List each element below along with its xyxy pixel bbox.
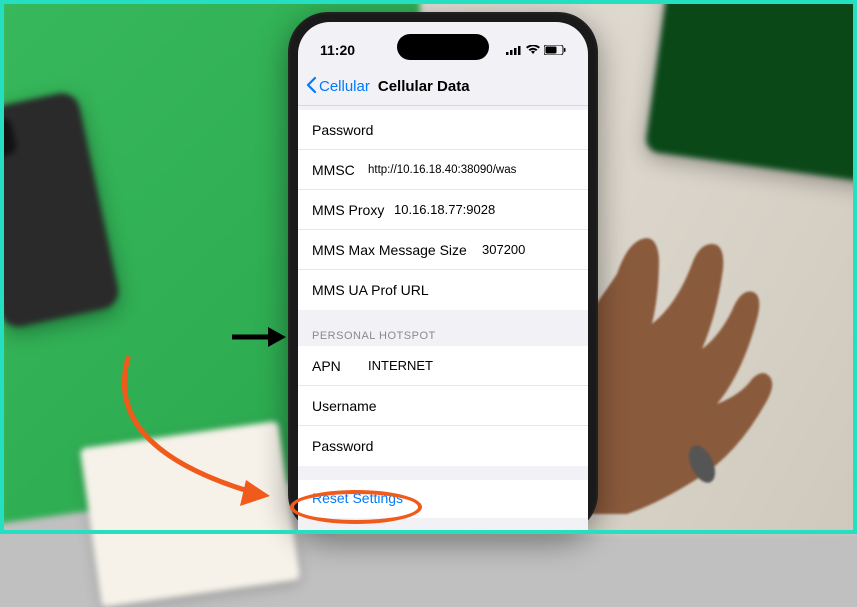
wifi-icon bbox=[526, 45, 540, 55]
nav-bar: Cellular Cellular Data bbox=[298, 68, 588, 106]
value-hotspot-apn: INTERNET bbox=[368, 358, 574, 373]
section-header-hotspot: PERSONAL HOTSPOT bbox=[298, 324, 588, 346]
label-mms-maxsize: MMS Max Message Size bbox=[312, 242, 482, 258]
row-mms-uaprof[interactable]: MMS UA Prof URL bbox=[298, 270, 588, 310]
iphone-device: 11:20 Cellular Cellular Data bbox=[288, 12, 598, 534]
row-mms-proxy[interactable]: MMS Proxy 10.16.18.77:9028 bbox=[298, 190, 588, 230]
value-mms-proxy: 10.16.18.77:9028 bbox=[394, 202, 574, 217]
row-hotspot-apn[interactable]: APN INTERNET bbox=[298, 346, 588, 386]
label-hotspot-username: Username bbox=[312, 398, 416, 414]
screen: 11:20 Cellular Cellular Data bbox=[298, 22, 588, 534]
label-hotspot-apn: APN bbox=[312, 358, 368, 374]
signal-icon bbox=[506, 45, 522, 55]
value-mmsc: http://10.16.18.40:38090/was bbox=[368, 164, 574, 176]
label-mms-uaprof: MMS UA Prof URL bbox=[312, 282, 462, 298]
row-mms-maxsize[interactable]: MMS Max Message Size 307200 bbox=[298, 230, 588, 270]
row-password[interactable]: Password bbox=[298, 110, 588, 150]
label-hotspot-password: Password bbox=[312, 438, 416, 454]
status-time: 11:20 bbox=[320, 42, 355, 58]
back-label: Cellular bbox=[319, 78, 370, 95]
back-button[interactable]: Cellular bbox=[306, 77, 370, 97]
row-mmsc[interactable]: MMSC http://10.16.18.40:38090/was bbox=[298, 150, 588, 190]
label-mms-proxy: MMS Proxy bbox=[312, 202, 394, 218]
value-mms-maxsize: 307200 bbox=[482, 242, 574, 257]
reset-settings-label: Reset Settings bbox=[312, 490, 403, 506]
chevron-left-icon bbox=[306, 77, 317, 97]
reset-settings-button[interactable]: Reset Settings bbox=[298, 480, 588, 518]
dynamic-island bbox=[397, 34, 489, 60]
row-hotspot-password[interactable]: Password bbox=[298, 426, 588, 466]
label-mmsc: MMSC bbox=[312, 162, 368, 178]
row-hotspot-username[interactable]: Username bbox=[298, 386, 588, 426]
battery-icon bbox=[544, 45, 566, 55]
label-password: Password bbox=[312, 122, 416, 138]
nav-title: Cellular Data bbox=[370, 78, 580, 95]
annotation-arrow-orange bbox=[108, 346, 298, 516]
